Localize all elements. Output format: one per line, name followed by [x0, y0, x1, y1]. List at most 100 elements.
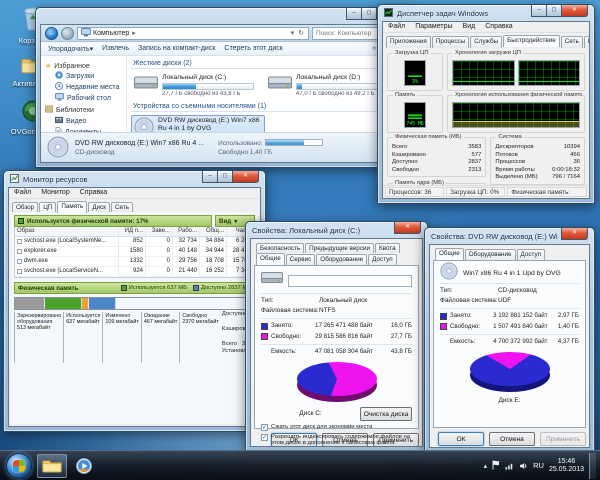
tab-network[interactable]: Сеть — [560, 36, 583, 48]
hdd-icon — [268, 74, 292, 98]
minimize-button[interactable] — [531, 5, 547, 17]
free-space-row: Свободно: 1 507 491 840 байт 1,40 ГБ — [440, 322, 579, 333]
row-checkbox[interactable] — [17, 259, 22, 264]
sidebar-item-video[interactable]: Видео — [45, 115, 126, 126]
more-commands-icon[interactable] — [372, 45, 376, 53]
maximize-button[interactable] — [217, 171, 233, 183]
star-icon — [45, 62, 51, 70]
burn-button[interactable]: Запись на компакт-диск — [138, 45, 215, 52]
table-row[interactable]: svchost.exe (LocalSystemNe... 852 0 32 7… — [15, 237, 254, 247]
processes-header[interactable]: Используется физической памяти: 17% — [14, 215, 212, 227]
menu-monitor[interactable]: Монитор — [41, 189, 70, 197]
ok-button[interactable]: ОК — [438, 432, 484, 446]
windows-logo-icon — [13, 459, 25, 472]
selected-item-type: CD-дисковод — [75, 148, 115, 156]
clock[interactable]: 15:46 25.05.2013 — [549, 458, 584, 474]
table-row[interactable]: svchost.exe (LocalServiceN... 924 0 21 4… — [15, 267, 254, 277]
explorer-body: Компьютер Поиск: Компьютер Упорядочить И… — [40, 24, 405, 163]
tab-applications[interactable]: Приложения — [386, 36, 431, 48]
tab-processes[interactable]: Процессы — [431, 36, 470, 48]
physical-memory-group: Физическая память (МБ) Всего 3583 Кэширов… — [387, 134, 487, 178]
properties-dialog-e: Свойства: DVD RW дисковод (E:) Win7 x86 … — [424, 227, 595, 453]
language-indicator[interactable]: RU — [533, 461, 544, 470]
menu-file[interactable]: Файл — [14, 189, 31, 197]
eject-button[interactable]: Извлечь — [102, 45, 129, 52]
status-cpu: Загрузка ЦП: 0% — [446, 187, 506, 197]
libraries-header[interactable]: Библиотеки — [45, 105, 126, 115]
tab-services[interactable]: Службы — [470, 36, 503, 48]
taskbar-button-media-player[interactable] — [69, 454, 99, 478]
dialog-titlebar[interactable]: Свойства: DVD RW дисковод (E:) Win7 x86 … — [425, 228, 594, 244]
close-button[interactable] — [394, 222, 421, 234]
hidden-icons-button[interactable] — [484, 462, 488, 470]
close-button[interactable] — [561, 228, 588, 240]
caption-buttons — [202, 171, 259, 183]
used-space-row: Занято: 17 265 471 488 байт 16,0 ГБ — [261, 321, 412, 332]
table-row[interactable]: explorer.exe 1580 0 40 148 34 944 28 412 — [15, 247, 254, 257]
explorer-titlebar[interactable] — [36, 8, 409, 24]
start-button[interactable] — [6, 452, 32, 479]
network-icon[interactable] — [505, 457, 514, 475]
forward-button[interactable] — [61, 26, 74, 40]
menu-help[interactable]: Справка — [80, 189, 107, 197]
checkbox-checked-icon[interactable] — [261, 433, 268, 441]
capacity-row: Емкость: 47 081 058 304 байт 43,8 ГБ — [271, 348, 412, 355]
breadcrumb[interactable]: Компьютер — [93, 30, 129, 37]
row-checkbox[interactable] — [17, 239, 22, 244]
menu-help[interactable]: Справка — [485, 23, 512, 31]
explorer-main: Избранное Загрузки Недавние места Рабочи… — [41, 57, 404, 151]
task-manager-icon — [384, 4, 393, 22]
sidebar-item-downloads[interactable]: Загрузки — [45, 70, 126, 81]
dialog-body: Безопасность Предыдущие версии Квота Общ… — [250, 238, 423, 447]
back-button[interactable] — [45, 26, 58, 40]
menu-options[interactable]: Параметры — [415, 23, 452, 31]
sidebar-item-desktop[interactable]: Рабочий стол — [45, 92, 126, 103]
minimize-button[interactable] — [202, 171, 218, 183]
physical-memory-header[interactable]: Физическая память Используется 637 МБ До… — [14, 282, 255, 294]
maximize-button[interactable] — [546, 5, 562, 17]
menu-file[interactable]: Файл — [388, 23, 405, 31]
organize-button[interactable]: Упорядочить — [48, 45, 93, 53]
table-row[interactable]: dwm.exe 1332 0 29 756 18 708 15 768 — [15, 257, 254, 267]
group-header-hdd[interactable]: Жесткие диски (2) — [131, 60, 400, 69]
task-manager-titlebar[interactable]: Диспетчер задач Windows — [378, 5, 594, 21]
minimize-button[interactable] — [346, 8, 362, 20]
volume-label-field[interactable] — [288, 274, 412, 287]
sidebar-item-recent[interactable]: Недавние места — [45, 81, 126, 92]
compress-checkbox-row[interactable]: Сжать этот диск для экономии места — [261, 423, 412, 431]
close-button[interactable] — [232, 171, 259, 183]
refresh-icon[interactable] — [297, 29, 305, 37]
cpu-usage-value: 3% — [411, 79, 419, 85]
tab-users[interactable]: Пользователи — [583, 36, 589, 48]
used-memory-swatch — [18, 218, 24, 224]
tab-general[interactable]: Общие — [435, 248, 464, 260]
tab-memory[interactable]: Память — [57, 201, 88, 213]
dialog-titlebar[interactable]: Свойства: Локальный диск (C:) — [246, 222, 427, 238]
checkbox-checked-icon[interactable] — [261, 423, 268, 431]
close-button[interactable] — [561, 5, 588, 17]
tab-strip: Общие Оборудование Доступ — [433, 248, 586, 261]
tab-performance[interactable]: Быстродействие — [503, 35, 560, 47]
maximize-button[interactable] — [361, 8, 377, 20]
erase-disc-button[interactable]: Стереть этот диск — [224, 45, 282, 52]
taskbar-button-explorer[interactable] — [37, 453, 67, 478]
row-checkbox[interactable] — [17, 249, 22, 254]
volume-icon[interactable] — [519, 457, 528, 475]
group-header-removable[interactable]: Устройства со съемными носителями (1) — [131, 103, 400, 112]
show-desktop-button[interactable] — [589, 452, 596, 479]
resource-monitor-titlebar[interactable]: Монитор ресурсов — [4, 171, 265, 187]
address-bar[interactable]: Компьютер — [77, 26, 309, 40]
table-header-row[interactable]: Образ ИД п... Заве... Рабо... Общ... Час… — [15, 227, 254, 237]
cancel-button[interactable]: Отмена — [489, 432, 535, 446]
navigation-bar: Компьютер Поиск: Компьютер — [41, 25, 404, 42]
index-checkbox-row[interactable]: Разрешить индексировать содержимое файло… — [261, 433, 412, 446]
tab-general[interactable]: Общие — [256, 253, 285, 265]
row-checkbox[interactable] — [17, 269, 22, 274]
disk-cleanup-button[interactable]: Очистка диска — [360, 406, 412, 421]
favorites-header[interactable]: Избранное — [45, 62, 126, 70]
address-dropdown-icon[interactable] — [290, 29, 296, 37]
action-center-flag-icon[interactable] — [492, 457, 500, 475]
dialog-buttons: ОК Отмена Применить — [433, 432, 586, 446]
menu-view[interactable]: Вид — [463, 23, 476, 31]
drive-item-c[interactable]: Локальный диск (C:) 27,7 ГБ свободно из … — [131, 72, 265, 100]
